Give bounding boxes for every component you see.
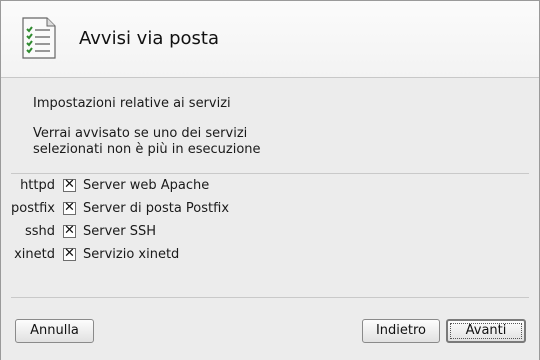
service-label[interactable]: Servizio xinetd: [83, 247, 179, 262]
service-name: postfix: [11, 201, 55, 216]
checkmark-icon: ✕: [64, 223, 75, 238]
service-label[interactable]: Server web Apache: [83, 178, 209, 193]
checkmark-icon: ✕: [64, 246, 75, 261]
dialog-body: Impostazioni relative ai servizi Verrai …: [1, 78, 539, 360]
service-label[interactable]: Server SSH: [83, 224, 156, 239]
bottom-separator: [11, 297, 529, 298]
service-name: sshd: [24, 224, 55, 239]
checkmark-icon: ✕: [64, 177, 75, 192]
top-separator: [11, 173, 529, 174]
checkmark-icon: ✕: [64, 200, 75, 215]
checklist-icon: [22, 17, 56, 59]
dialog-header: Avvisi via posta: [1, 1, 539, 78]
service-row-postfix: postfix ✕ Server di posta Postfix: [1, 199, 539, 219]
dialog-title: Avvisi via posta: [79, 28, 219, 49]
next-button-label: Avanti: [450, 323, 522, 339]
cancel-button[interactable]: Annulla: [15, 319, 94, 343]
service-checkbox-httpd[interactable]: ✕: [63, 177, 76, 192]
service-row-sshd: sshd ✕ Server SSH: [1, 222, 539, 242]
dialog-window: Avvisi via posta Impostazioni relative a…: [0, 0, 540, 360]
service-checkbox-sshd[interactable]: ✕: [63, 223, 76, 238]
back-button[interactable]: Indietro: [362, 319, 440, 343]
service-checkbox-xinetd[interactable]: ✕: [63, 246, 76, 261]
intro-text: Impostazioni relative ai servizi: [33, 96, 231, 111]
notice-text: Verrai avvisato se uno dei servizi selez…: [33, 126, 333, 158]
service-checkbox-postfix[interactable]: ✕: [63, 200, 76, 215]
service-row-xinetd: xinetd ✕ Servizio xinetd: [1, 245, 539, 265]
notice-line-2: selezionati non è più in esecuzione: [33, 142, 261, 157]
service-row-httpd: httpd ✕ Server web Apache: [1, 176, 539, 196]
next-button[interactable]: Avanti: [446, 319, 526, 343]
service-name: xinetd: [14, 247, 55, 262]
service-label[interactable]: Server di posta Postfix: [83, 201, 229, 216]
service-name: httpd: [20, 178, 55, 193]
notice-line-1: Verrai avvisato se uno dei servizi: [33, 126, 248, 141]
